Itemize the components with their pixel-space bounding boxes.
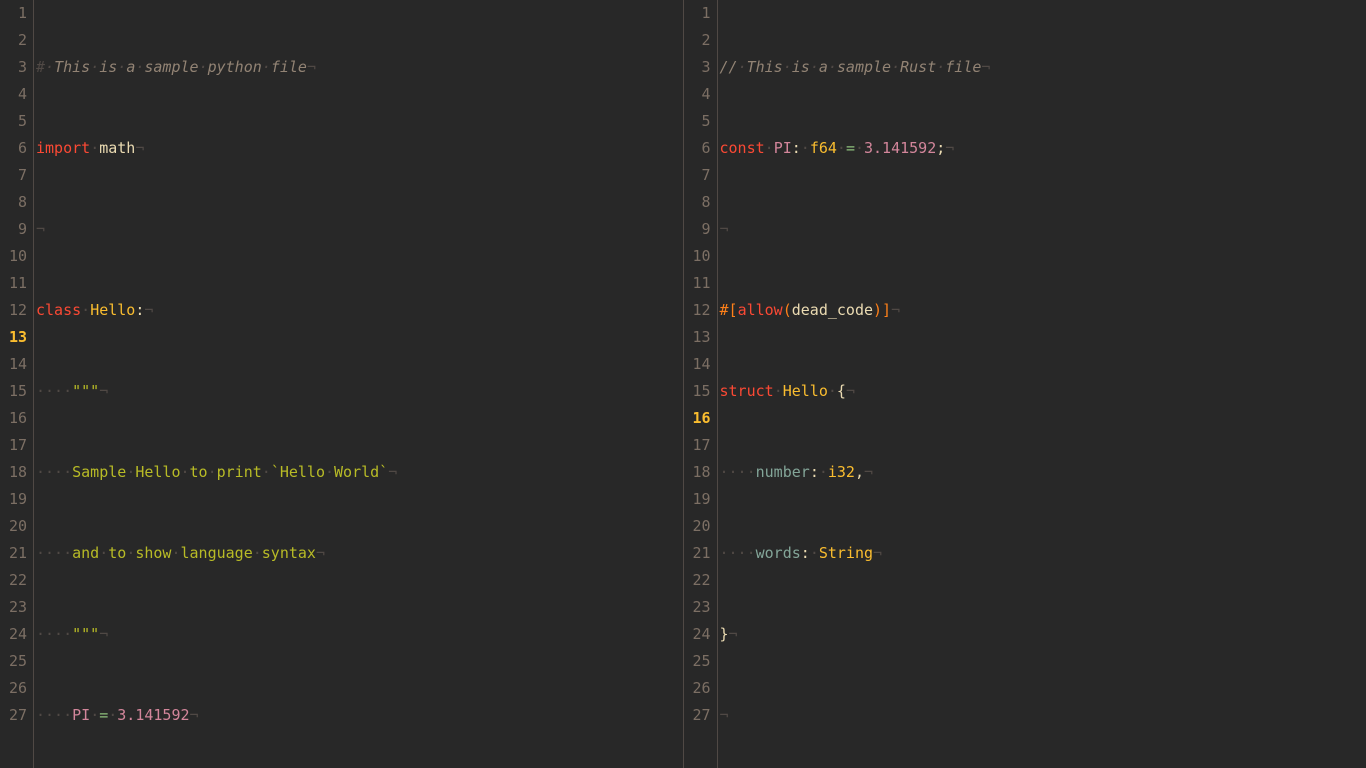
gutter-rust: 1234567891011121314151617181920212223242… [684, 0, 718, 768]
line-number: 19 [684, 486, 711, 513]
line-number: 2 [0, 27, 27, 54]
line-number: 10 [684, 243, 711, 270]
line-number: 18 [684, 459, 711, 486]
line-number: 11 [0, 270, 27, 297]
line-number: 23 [684, 594, 711, 621]
line-number: 17 [0, 432, 27, 459]
line-number: 7 [684, 162, 711, 189]
line-number: 6 [684, 135, 711, 162]
line-number: 8 [0, 189, 27, 216]
line-number: 21 [684, 540, 711, 567]
line-number: 7 [0, 162, 27, 189]
line-number: 1 [0, 0, 27, 27]
editor-pane-python[interactable]: 1234567891011121314151617181920212223242… [0, 0, 683, 768]
line-number: 18 [0, 459, 27, 486]
line-number: 12 [684, 297, 711, 324]
line-number: 25 [684, 648, 711, 675]
line-number: 17 [684, 432, 711, 459]
line-number: 15 [684, 378, 711, 405]
code-python[interactable]: #·This·is·a·sample·python·file¬ import·m… [34, 0, 683, 768]
line-number: 4 [0, 81, 27, 108]
line-number: 13 [684, 324, 711, 351]
line-number: 20 [684, 513, 711, 540]
line-number: 21 [0, 540, 27, 567]
line-number: 11 [684, 270, 711, 297]
line-number: 23 [0, 594, 27, 621]
line-number: 19 [0, 486, 27, 513]
gutter-python: 1234567891011121314151617181920212223242… [0, 0, 34, 768]
line-number: 22 [684, 567, 711, 594]
line-number: 24 [684, 621, 711, 648]
line-number: 16 [0, 405, 27, 432]
line-number: 24 [0, 621, 27, 648]
line-number: 8 [684, 189, 711, 216]
line-number: 14 [684, 351, 711, 378]
line-number: 26 [0, 675, 27, 702]
line-number: 2 [684, 27, 711, 54]
line-number: 15 [0, 378, 27, 405]
line-number: 9 [0, 216, 27, 243]
line-number: 20 [0, 513, 27, 540]
line-number: 22 [0, 567, 27, 594]
line-number: 26 [684, 675, 711, 702]
line-number: 5 [684, 108, 711, 135]
line-number: 27 [684, 702, 711, 729]
code-rust[interactable]: //·This·is·a·sample·Rust·file¬ const·PI:… [718, 0, 1366, 768]
line-number: 3 [684, 54, 711, 81]
line-number: 9 [684, 216, 711, 243]
line-number: 6 [0, 135, 27, 162]
line-number: 16 [684, 405, 711, 432]
line-number: 5 [0, 108, 27, 135]
line-number: 12 [0, 297, 27, 324]
line-number: 27 [0, 702, 27, 729]
line-number: 4 [684, 81, 711, 108]
line-number: 10 [0, 243, 27, 270]
line-number: 3 [0, 54, 27, 81]
line-number: 13 [0, 324, 27, 351]
line-number: 25 [0, 648, 27, 675]
editor-pane-rust[interactable]: 1234567891011121314151617181920212223242… [683, 0, 1366, 768]
line-number: 14 [0, 351, 27, 378]
line-number: 1 [684, 0, 711, 27]
